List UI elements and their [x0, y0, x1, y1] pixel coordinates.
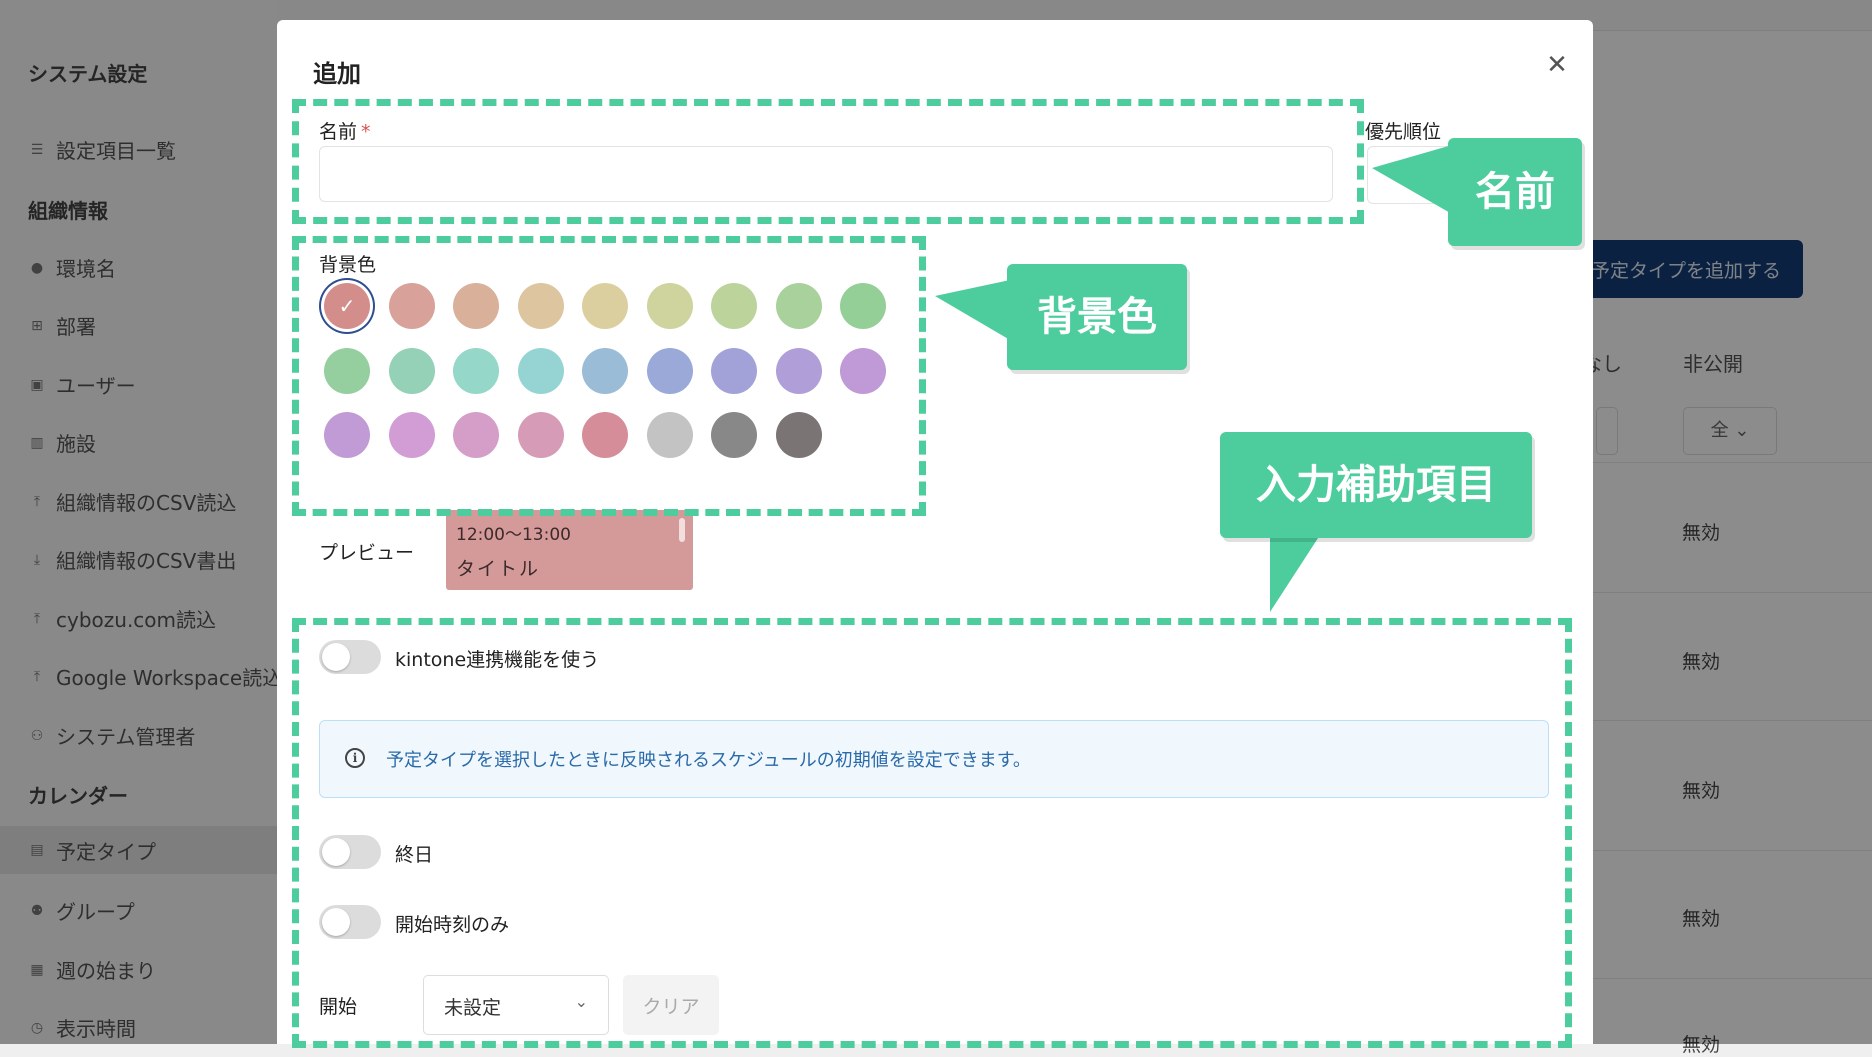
name-callout-text: 名前: [1475, 169, 1555, 215]
input-assist-callout: 入力補助項目: [1220, 432, 1532, 538]
input-callout-pointer: [1270, 535, 1320, 612]
callout-pointers: [935, 145, 1452, 612]
bg-color-callout-text: 背景色: [1037, 294, 1157, 340]
input-assist-callout-text: 入力補助項目: [1256, 462, 1496, 508]
bg-color-callout: 背景色: [1007, 264, 1187, 370]
bg-callout-pointer: [935, 280, 1010, 340]
name-callout-pointer: [1372, 145, 1452, 214]
name-callout: 名前: [1448, 138, 1582, 246]
